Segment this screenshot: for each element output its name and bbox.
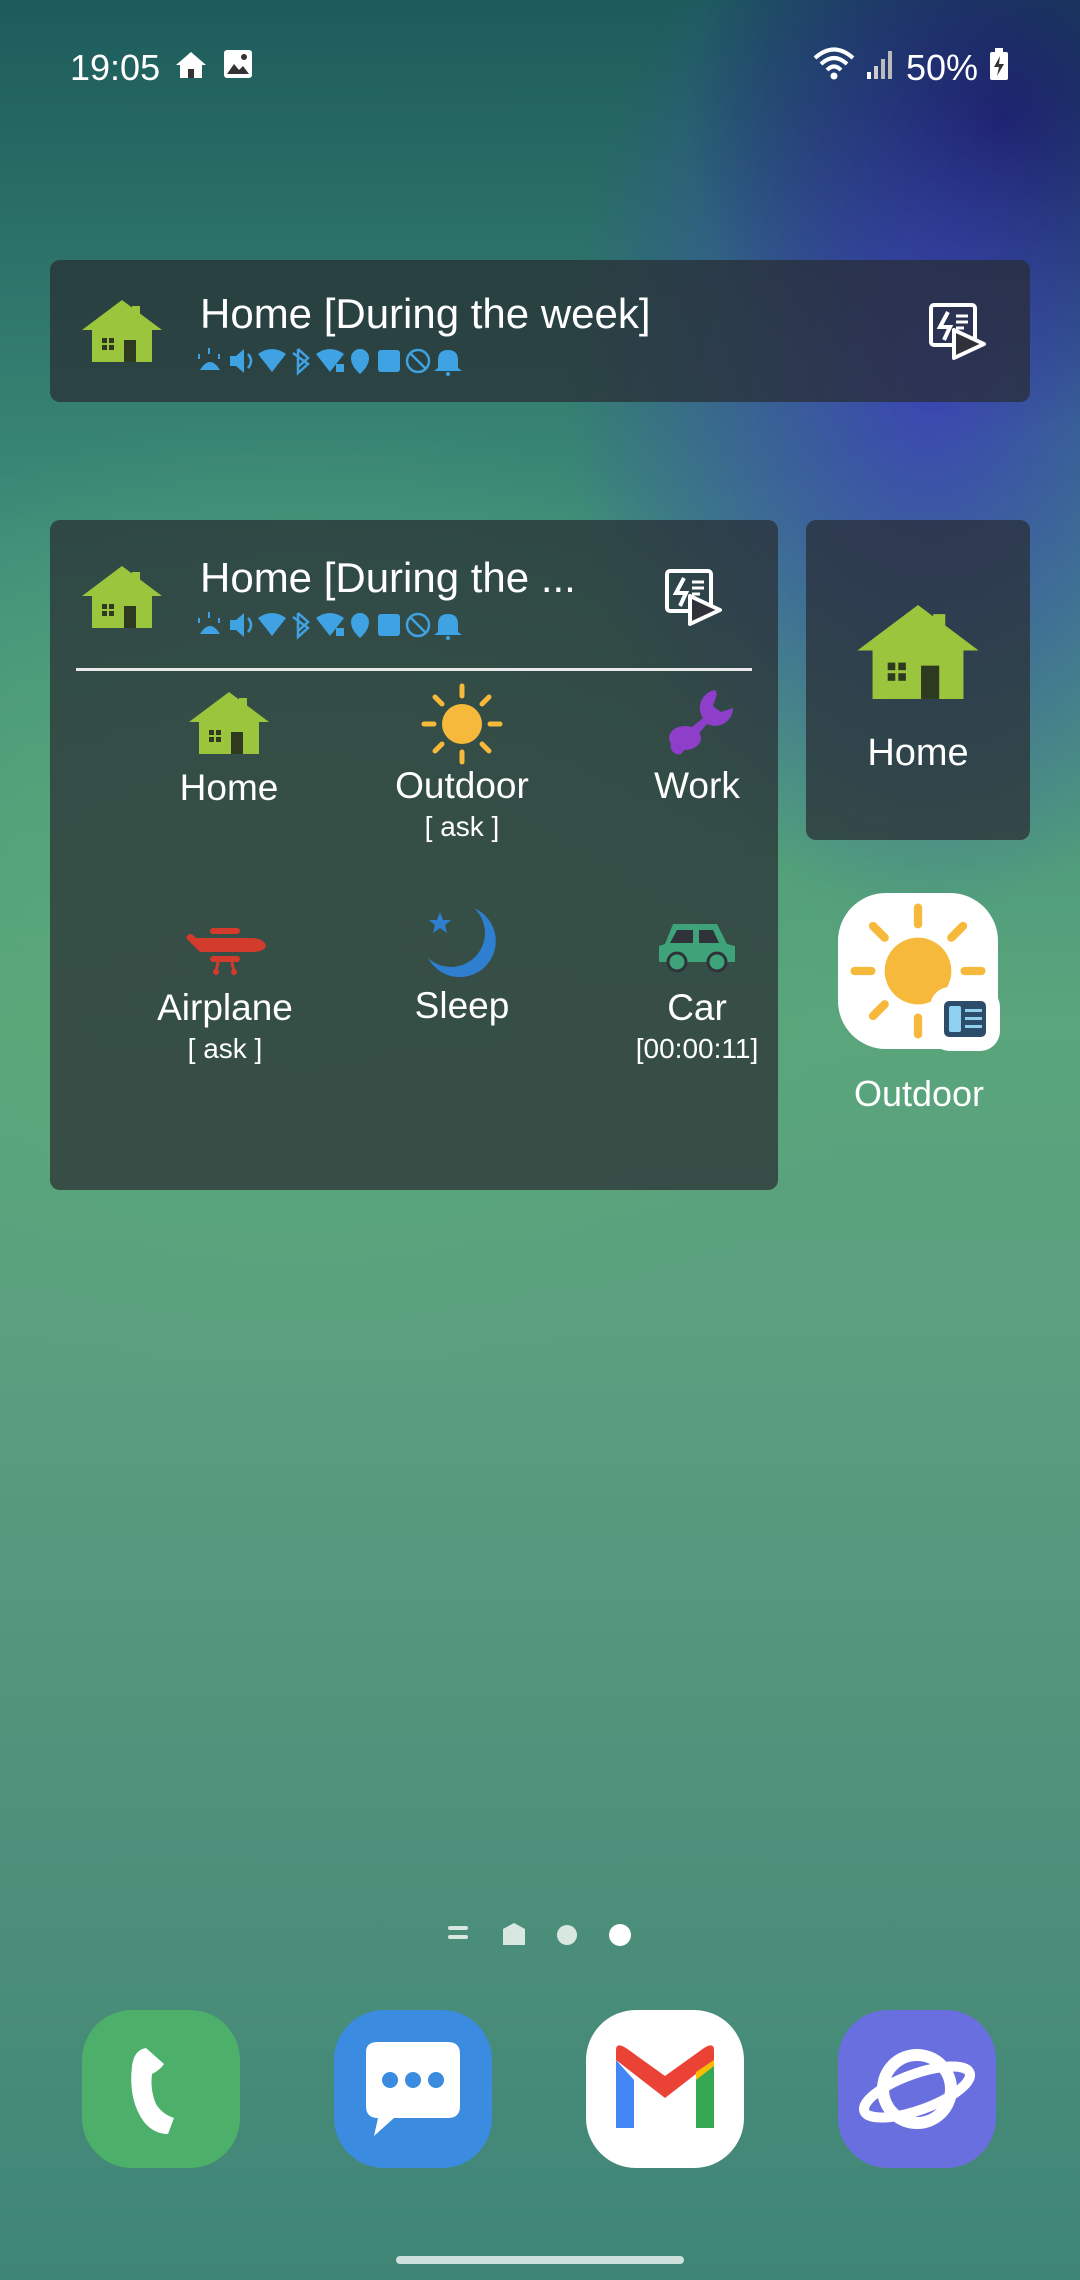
profile-list-widget: Home [During the ... Home Outdoor [ask …	[50, 520, 778, 1190]
widget-profile-title: Home [During the week]	[200, 290, 651, 337]
profile-label: Sleep	[414, 985, 510, 1026]
outdoor-shortcut-label: Outdoor	[853, 1073, 985, 1114]
profile-settings-icons	[196, 610, 496, 640]
edit-profile-icon[interactable]	[928, 302, 988, 365]
widget-profile-title[interactable]: Home [During the ...	[200, 554, 576, 602]
widget-badge-icon	[930, 987, 1000, 1051]
divider	[76, 668, 752, 671]
profile-airplane[interactable]: Airplane [ ask ]	[115, 916, 335, 1065]
signal-icon	[866, 47, 896, 89]
page-indicator[interactable]	[0, 1920, 1080, 1950]
profile-outdoor[interactable]: Outdoor [ ask ]	[352, 682, 572, 843]
messages-app-icon[interactable]	[334, 2010, 492, 2168]
house-icon	[852, 602, 984, 707]
house-icon	[80, 298, 164, 369]
profile-home[interactable]: Home	[119, 690, 339, 809]
airplane-icon	[180, 928, 270, 980]
profile-settings-icons	[196, 346, 496, 376]
clock: 19:05	[70, 47, 161, 88]
wifi-icon	[812, 47, 856, 90]
status-bar: 19:05 50%	[70, 44, 1010, 92]
profile-sublabel: [ ask ]	[424, 811, 500, 842]
image-notification-icon	[222, 47, 254, 89]
battery-percentage: 50%	[905, 47, 978, 88]
outdoor-shortcut[interactable]: Outdoor	[838, 893, 1000, 1115]
gesture-navigation-bar[interactable]	[396, 2256, 684, 2264]
profile-label: Home	[179, 767, 279, 808]
widget-home-label: Home	[867, 732, 969, 774]
profile-label: Outdoor	[395, 765, 529, 806]
home-profile-widget[interactable]: Home	[806, 520, 1030, 840]
edit-profile-icon[interactable]	[664, 568, 724, 631]
profile-label: Airplane	[157, 987, 293, 1028]
home-notification-icon	[174, 47, 208, 89]
profile-label: Work	[654, 765, 740, 806]
profile-car[interactable]: Car [00:00:11]	[587, 916, 807, 1065]
profile-sublabel: [ ask ]	[187, 1033, 263, 1064]
house-icon	[80, 564, 164, 635]
profile-widget-large[interactable]: Home [During the week]	[50, 260, 1030, 402]
profile-work[interactable]: Work	[587, 682, 807, 807]
battery-charging-icon	[988, 47, 1010, 90]
outdoor-shortcut-icon	[838, 893, 1000, 1051]
gmail-app-icon[interactable]	[586, 2010, 744, 2168]
phone-app-icon[interactable]	[82, 2010, 240, 2168]
dock	[0, 2010, 1080, 2170]
profile-sublabel: [00:00:11]	[635, 1033, 759, 1064]
internet-app-icon[interactable]	[838, 2010, 996, 2168]
profile-sleep[interactable]: Sleep	[352, 902, 572, 1027]
car-icon	[655, 924, 739, 980]
house-icon	[187, 692, 271, 760]
profile-label: Car	[667, 987, 727, 1028]
